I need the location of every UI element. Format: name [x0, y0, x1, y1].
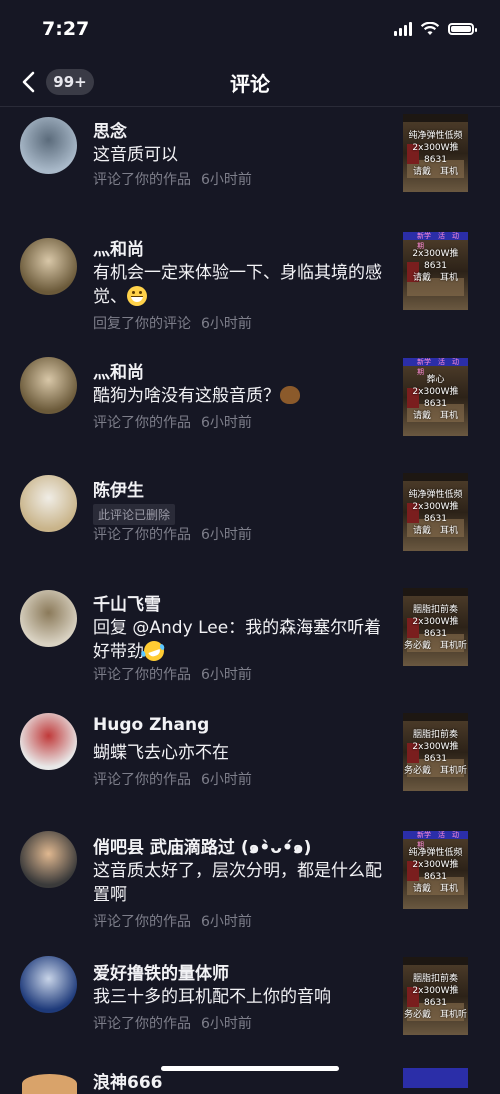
video-thumbnail[interactable]: 纯净弹性低频 2x300W推8631 请戴 耳机 — [403, 473, 468, 551]
comment-author-name[interactable]: Hugo Zhang — [93, 715, 209, 735]
comment-text[interactable]: 有机会一定来体验一下、身临其境的感觉、 — [93, 261, 393, 309]
comment-text[interactable]: 蝴蝶飞去心亦不在 — [93, 741, 393, 765]
comment-time: 6小时前 — [201, 914, 252, 930]
comment-time: 6小时前 — [201, 1016, 252, 1032]
comment-body: 这音质太好了，层次分明，都是什么配置啊 — [93, 861, 382, 905]
thumbnail-caption: 纯净弹性低频 2x300W推8631 请戴 耳机 — [408, 131, 463, 177]
video-thumbnail[interactable] — [403, 1068, 468, 1088]
comment-body: 蝴蝶飞去心亦不在 — [93, 743, 229, 763]
comment-time: 6小时前 — [201, 316, 252, 332]
comment-meta: 评论了你的作品 6小时前 — [93, 412, 252, 432]
avatar[interactable] — [20, 238, 77, 295]
avatar[interactable] — [20, 475, 77, 532]
grin-emoji-icon — [127, 286, 147, 306]
avatar[interactable] — [20, 117, 77, 174]
video-thumbnail[interactable]: 胭脂扣前奏 2x300W推8631 务必戴 耳机听 — [403, 588, 468, 666]
comment-author-name[interactable]: 思念 — [93, 117, 127, 142]
thumbnail-caption: 葬心 2x300W推8631 请戴 耳机 — [412, 375, 459, 421]
video-thumbnail[interactable]: 新学 活 动 期纯净弹性低频 2x300W推8631 请戴 耳机 — [403, 831, 468, 909]
comment-text[interactable]: 这音质太好了，层次分明，都是什么配置啊 — [93, 859, 393, 907]
comment-action: 评论了你的作品 — [93, 415, 191, 431]
thumbnail-caption: 胭脂扣前奏 2x300W推8631 务必戴 耳机听 — [403, 730, 467, 776]
thumbnail-caption: 2x300W推8631 请戴 耳机 — [412, 249, 459, 283]
comment-meta: 回复了你的评论 6小时前 — [93, 313, 252, 333]
comment-action: 评论了你的作品 — [93, 914, 191, 930]
avatar[interactable] — [20, 956, 77, 1013]
comment-body: 酷狗为啥没有这般音质？ — [93, 386, 280, 406]
comment-text[interactable]: 回复 @Andy Lee：我的森海塞尔听着好带劲 — [93, 616, 393, 664]
comment-time: 6小时前 — [201, 772, 252, 788]
wifi-icon — [420, 22, 440, 35]
comment-author-name[interactable]: 灬和尚 — [93, 358, 144, 383]
thumbnail-caption: 纯净弹性低频 2x300W推8631 请戴 耳机 — [408, 490, 463, 536]
video-thumbnail[interactable]: 新学 活 动 期 2x300W推8631 请戴 耳机 — [403, 232, 468, 310]
comment-body: 回复 @Andy Lee：我的森海塞尔听着好带劲 — [93, 618, 382, 662]
comment-meta: 评论了你的作品 6小时前 — [93, 769, 252, 789]
comment-action: 回复了你的评论 — [93, 316, 191, 332]
comment-meta: 评论了你的作品 6小时前 — [93, 911, 252, 931]
comment-action: 评论了你的作品 — [93, 772, 191, 788]
comment-text[interactable]: 酷狗为啥没有这般音质？ — [93, 384, 393, 408]
home-indicator — [161, 1066, 339, 1071]
video-thumbnail[interactable]: 胭脂扣前奏 2x300W推8631 务必戴 耳机听 — [403, 713, 468, 791]
comment-time: 6小时前 — [201, 172, 252, 188]
comment-action: 评论了你的作品 — [93, 1016, 191, 1032]
avatar[interactable] — [20, 590, 77, 647]
cellular-signal-icon — [394, 22, 412, 36]
status-time: 7:27 — [42, 18, 90, 40]
comment-author-name[interactable]: 灬和尚 — [93, 235, 144, 260]
comment-body: 我三十多的耳机配不上你的音响 — [93, 987, 331, 1007]
poo-emoji-icon — [280, 386, 300, 404]
video-thumbnail[interactable]: 新学 活 动 期葬心 2x300W推8631 请戴 耳机 — [403, 358, 468, 436]
comment-author-name[interactable]: 爱好撸铁的量体师 — [93, 959, 229, 984]
laugh-emoji-icon — [141, 638, 167, 664]
comment-time: 6小时前 — [201, 415, 252, 431]
avatar[interactable] — [20, 713, 77, 770]
thumbnail-caption: 胭脂扣前奏 2x300W推8631 务必戴 耳机听 — [403, 605, 467, 651]
video-thumbnail[interactable]: 胭脂扣前奏 2x300W推8631 务必戴 耳机听 — [403, 957, 468, 1035]
comment-body: 这音质可以 — [93, 145, 178, 165]
thumbnail-caption: 胭脂扣前奏 2x300W推8631 务必戴 耳机听 — [403, 974, 467, 1020]
comment-author-name[interactable]: 浪神666 — [93, 1068, 163, 1093]
comment-author-name[interactable]: 俏吧县 武庙滴路过 (๑•̀ᴗ•́๑) — [93, 833, 311, 861]
comment-time: 6小时前 — [201, 527, 252, 543]
comment-action: 评论了你的作品 — [93, 172, 191, 188]
comment-time: 6小时前 — [201, 667, 252, 683]
comment-author-name[interactable]: 陈伊生 — [93, 476, 144, 501]
video-thumbnail[interactable]: 纯净弹性低频 2x300W推8631 请戴 耳机 — [403, 114, 468, 192]
status-icons — [394, 22, 477, 36]
thumbnail-caption: 纯净弹性低频 2x300W推8631 请戴 耳机 — [408, 848, 463, 894]
comment-action: 评论了你的作品 — [93, 527, 191, 543]
avatar[interactable] — [20, 831, 77, 888]
comment-action: 评论了你的作品 — [93, 667, 191, 683]
page-title: 评论 — [230, 72, 270, 96]
battery-icon — [448, 23, 477, 35]
comment-author-name[interactable]: 千山飞雪 — [93, 590, 161, 615]
status-bar: 7:27 — [0, 0, 500, 60]
deleted-comment-label: 此评论已删除 — [93, 504, 176, 525]
comment-meta: 评论了你的作品 6小时前 — [93, 524, 252, 544]
comment-meta: 评论了你的作品 6小时前 — [93, 1013, 252, 1033]
comment-text[interactable]: 我三十多的耳机配不上你的音响 — [93, 985, 393, 1009]
nav-bar: 99+ 评论 — [0, 60, 500, 107]
comment-text[interactable]: 这音质可以 — [93, 143, 393, 167]
avatar[interactable] — [22, 1074, 77, 1094]
avatar[interactable] — [20, 357, 77, 414]
comment-meta: 评论了你的作品 6小时前 — [93, 169, 252, 189]
comment-meta: 评论了你的作品 6小时前 — [93, 664, 252, 684]
